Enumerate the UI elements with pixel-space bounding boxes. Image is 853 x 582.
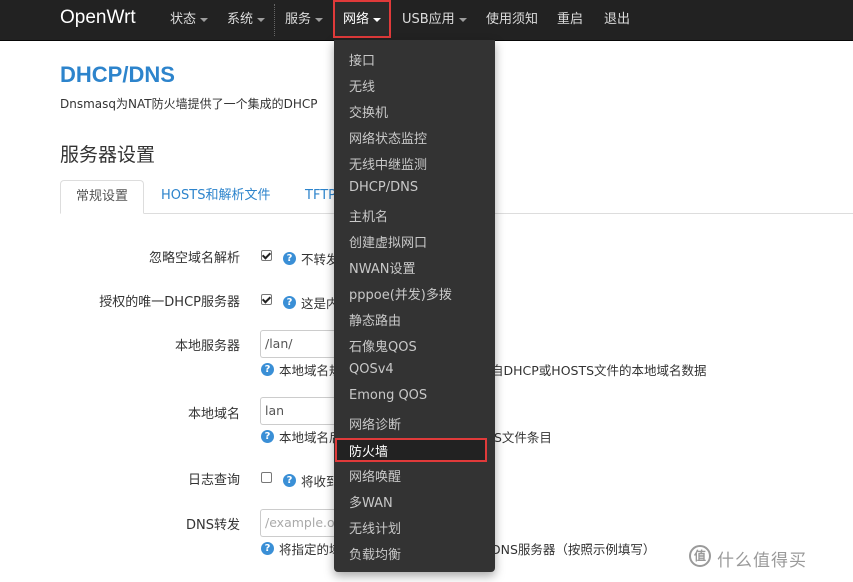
chevron-down-icon xyxy=(458,17,467,22)
chevron-down-icon xyxy=(315,17,324,22)
tab-tftp[interactable]: TFTP xyxy=(305,180,336,214)
nav-reboot[interactable]: 重启 xyxy=(557,0,583,40)
help-icon: ? xyxy=(283,252,296,265)
menu-item-pppoe-multi[interactable]: pppoe(并发)多拨 xyxy=(349,284,452,303)
nav-services-label: 服务 xyxy=(285,12,312,27)
nav-logout[interactable]: 退出 xyxy=(604,0,630,40)
help-icon: ? xyxy=(261,542,274,555)
menu-item-multiwan[interactable]: 多WAN xyxy=(349,492,393,511)
nav-notice-label: 使用须知 xyxy=(486,12,539,27)
local-server-help-left: 本地域名规 xyxy=(279,363,342,378)
menu-item-hostnames[interactable]: 主机名 xyxy=(349,206,388,225)
menu-item-qosv4[interactable]: QOSv4 xyxy=(349,362,394,377)
nav-network-label: 网络 xyxy=(343,12,370,27)
top-navbar: OpenWrt 状态 系统 服务 网络 USB应用 使用须知 重启 退出 xyxy=(0,0,853,41)
nav-divider xyxy=(274,4,275,36)
menu-item-net-monitor[interactable]: 网络状态监控 xyxy=(349,128,427,147)
page-description: Dnsmasq为NAT防火墙提供了一个集成的DHCP xyxy=(60,97,318,111)
local-domain-input[interactable]: lan xyxy=(260,397,334,425)
authoritative-help: 这是内 xyxy=(301,296,339,311)
dns-forwarding-input[interactable]: /example.org xyxy=(260,509,348,537)
menu-item-dhcp-dns[interactable]: DHCP/DNS xyxy=(349,180,418,195)
authoritative-checkbox[interactable] xyxy=(261,294,272,305)
menu-item-wifi-schedule[interactable]: 无线计划 xyxy=(349,518,401,537)
tab-general[interactable]: 常规设置 xyxy=(60,180,144,214)
ignore-empty-domain-checkbox[interactable] xyxy=(261,250,272,261)
authoritative-label: 授权的唯一DHCP服务器 xyxy=(99,295,240,310)
section-title: 服务器设置 xyxy=(60,144,156,166)
ignore-empty-domain-help: 不转发 xyxy=(301,252,339,267)
menu-item-relay-monitor[interactable]: 无线中继监测 xyxy=(349,154,427,173)
ignore-empty-domain-label: 忽略空域名解析 xyxy=(148,251,240,266)
watermark-logo-icon: 值 xyxy=(689,545,711,567)
nav-system[interactable]: 系统 xyxy=(227,0,266,40)
menu-item-static-routes[interactable]: 静态路由 xyxy=(349,310,401,329)
menu-item-firewall[interactable]: 防火墙 xyxy=(349,441,388,460)
menu-item-virtual-iface[interactable]: 创建虚拟网口 xyxy=(349,232,427,251)
nav-usb[interactable]: USB应用 xyxy=(402,0,467,40)
help-icon: ? xyxy=(261,430,274,443)
watermark-text: 什么值得买 xyxy=(717,551,807,571)
dns-forwarding-label: DNS转发 xyxy=(186,518,240,533)
chevron-down-icon xyxy=(200,17,209,22)
tab-hosts[interactable]: HOSTS和解析文件 xyxy=(161,180,270,214)
menu-item-emong-qos[interactable]: Emong QOS xyxy=(349,388,427,403)
nav-system-label: 系统 xyxy=(227,12,254,27)
chevron-down-icon xyxy=(257,17,266,22)
brand-logo[interactable]: OpenWrt xyxy=(60,7,136,29)
nav-services[interactable]: 服务 xyxy=(285,0,324,40)
help-icon: ? xyxy=(261,363,274,376)
menu-item-switch[interactable]: 交换机 xyxy=(349,102,388,121)
nav-network-text[interactable]: 网络 xyxy=(343,0,382,40)
dns-forwarding-help-left: 将指定的域 xyxy=(279,542,342,557)
menu-item-wol[interactable]: 网络唤醒 xyxy=(349,466,401,485)
local-server-input[interactable]: /lan/ xyxy=(260,330,334,358)
menu-item-diagnostics[interactable]: 网络诊断 xyxy=(349,414,401,433)
dns-forwarding-help-right: DNS服务器（按照示例填写） xyxy=(491,542,656,557)
nav-usb-label: USB应用 xyxy=(402,12,455,27)
menu-item-wireless[interactable]: 无线 xyxy=(349,76,375,95)
nav-status-label: 状态 xyxy=(170,12,197,27)
local-domain-label: 本地域名 xyxy=(187,407,240,422)
nav-logout-label: 退出 xyxy=(604,12,631,27)
local-server-help-right: 自DHCP或HOSTS文件的本地域名数据 xyxy=(491,363,707,378)
log-queries-checkbox[interactable] xyxy=(261,472,272,483)
log-queries-label: 日志查询 xyxy=(187,473,240,488)
menu-item-interfaces[interactable]: 接口 xyxy=(349,50,375,69)
nav-status[interactable]: 状态 xyxy=(170,0,209,40)
local-domain-help-right: S文件条目 xyxy=(494,430,552,445)
help-icon: ? xyxy=(283,296,296,309)
nav-reboot-label: 重启 xyxy=(557,12,584,27)
page-title: DHCP/DNS xyxy=(60,62,175,87)
menu-item-nwan[interactable]: NWAN设置 xyxy=(349,258,416,277)
chevron-down-icon xyxy=(373,17,382,22)
menu-item-load-balancing[interactable]: 负载均衡 xyxy=(349,544,401,563)
nav-notice[interactable]: 使用须知 xyxy=(486,0,538,40)
menu-item-gargoyle-qos[interactable]: 石像鬼QOS xyxy=(349,336,417,355)
log-queries-help: 将收到 xyxy=(301,474,339,489)
local-server-label: 本地服务器 xyxy=(174,339,240,354)
help-icon: ? xyxy=(283,474,296,487)
local-domain-help-left: 本地域名后 xyxy=(279,430,342,445)
